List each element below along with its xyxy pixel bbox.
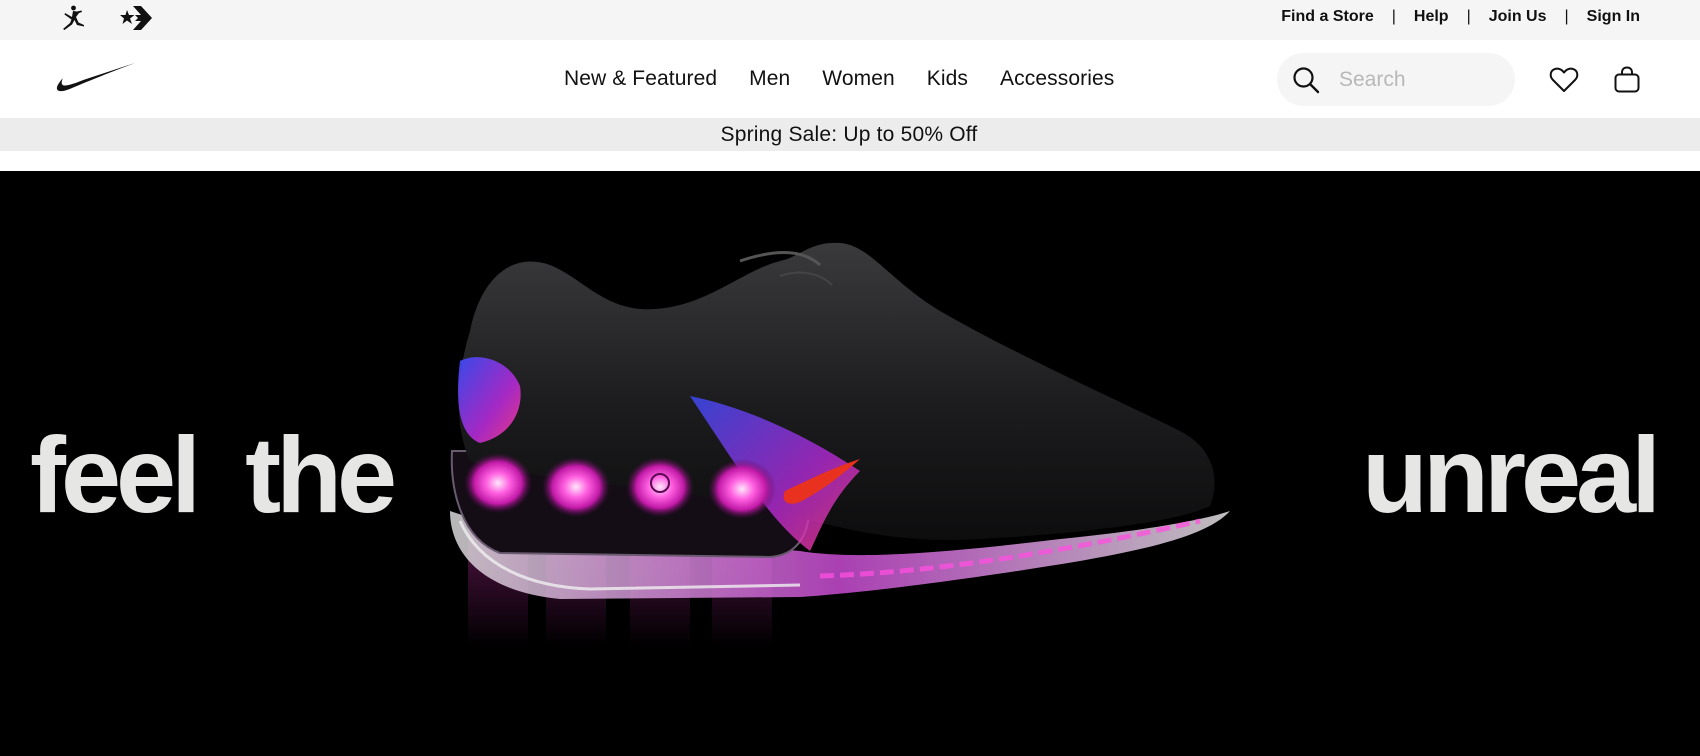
hero-headline-right: unreal <box>1362 414 1661 535</box>
hero-banner[interactable]: feel the unreal <box>0 171 1700 756</box>
sign-in-link[interactable]: Sign In <box>1587 8 1640 26</box>
utility-bar: Find a Store | Help | Join Us | Sign In <box>0 0 1700 40</box>
nav-accessories[interactable]: Accessories <box>1000 67 1114 91</box>
bag-icon[interactable] <box>1611 64 1643 96</box>
join-us-link[interactable]: Join Us <box>1489 8 1547 26</box>
search-input[interactable] <box>1339 63 1499 96</box>
nav-new-featured[interactable]: New & Featured <box>564 67 717 91</box>
jordan-jumpman-icon[interactable] <box>58 2 88 34</box>
help-link[interactable]: Help <box>1414 8 1449 26</box>
converse-star-chevron-icon[interactable] <box>118 2 154 34</box>
nav-kids[interactable]: Kids <box>927 67 968 91</box>
search-box[interactable] <box>1277 53 1515 106</box>
promo-text[interactable]: Spring Sale: Up to 50% Off <box>721 123 978 147</box>
separator: | <box>1466 8 1471 25</box>
main-nav: New & Featured Men Women Kids Accessorie… <box>564 40 1114 118</box>
nike-swoosh-icon[interactable] <box>56 62 136 94</box>
hero-headline-left: feel the <box>30 414 397 535</box>
find-a-store-link[interactable]: Find a Store <box>1281 8 1373 26</box>
heart-icon[interactable] <box>1548 64 1580 96</box>
nav-women[interactable]: Women <box>822 67 894 91</box>
hero-shoe-image <box>450 242 1230 646</box>
nav-men[interactable]: Men <box>749 67 790 91</box>
separator: | <box>1564 8 1569 25</box>
utility-links: Find a Store | Help | Join Us | Sign In <box>1281 0 1640 34</box>
separator: | <box>1391 8 1396 25</box>
main-header: New & Featured Men Women Kids Accessorie… <box>0 40 1700 118</box>
promo-banner[interactable]: Spring Sale: Up to 50% Off <box>0 118 1700 151</box>
search-icon[interactable] <box>1291 65 1321 95</box>
